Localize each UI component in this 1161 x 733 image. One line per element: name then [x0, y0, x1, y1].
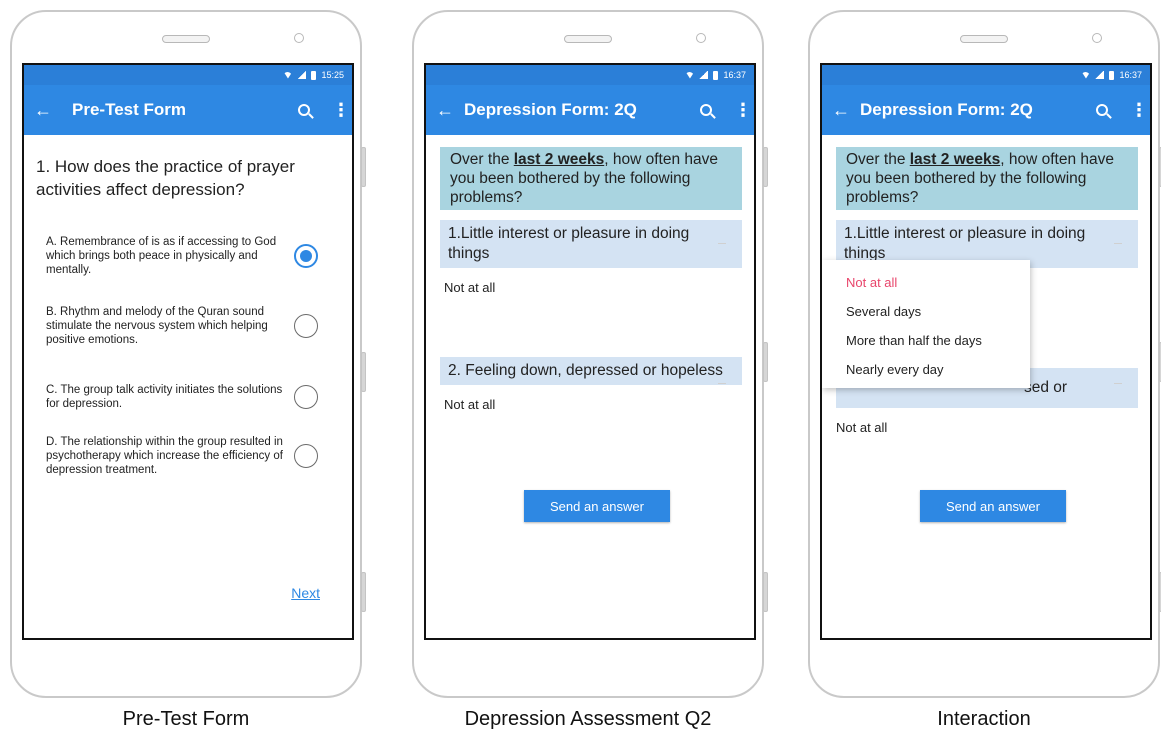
app-bar: ← Depression Form: 2Q ⋮ [822, 85, 1150, 135]
question-1: 1.Little interest or pleasure in doing t… [440, 220, 742, 268]
phone-depression: 16:37 ← Depression Form: 2Q ⋮ Over the l… [412, 10, 768, 698]
status-bar: 15:25 [24, 65, 352, 85]
signal-icon [1095, 71, 1105, 79]
dropdown-option-not-at-all[interactable]: Not at all [822, 268, 1030, 297]
dropdown-option-more-than-half[interactable]: More than half the days [822, 326, 1030, 355]
option-d[interactable]: D. The relationship within the group res… [46, 435, 346, 477]
caption-interaction: Interaction [937, 708, 1031, 730]
option-label: A. Remembrance of is as if accessing to … [46, 236, 277, 276]
more-vert-icon[interactable]: ⋮ [734, 100, 752, 121]
app-bar: ← Pre-Test Form ⋮ [24, 85, 352, 135]
search-icon[interactable] [298, 104, 310, 116]
phone-pretest: 15:25 ← Pre-Test Form ⋮ 1. How does the … [10, 10, 366, 698]
more-vert-icon[interactable]: ⋮ [1130, 100, 1148, 121]
side-key [361, 572, 366, 612]
option-label: C. The group talk activity initiates the… [46, 384, 283, 410]
next-link[interactable]: Next [291, 585, 320, 601]
select-arrow [718, 243, 726, 244]
status-time: 16:37 [1119, 70, 1142, 80]
option-label: B. Rhythm and melody of the Quran sound … [46, 306, 268, 346]
radio-button[interactable] [294, 385, 318, 409]
option-b[interactable]: B. Rhythm and melody of the Quran sound … [46, 305, 346, 347]
screen: 16:37 ← Depression Form: 2Q ⋮ Over the l… [424, 63, 756, 640]
wifi-icon [1081, 71, 1091, 79]
volume-key [361, 147, 366, 187]
answer-select-2[interactable]: Not at all [426, 385, 754, 412]
wifi-icon [283, 71, 293, 79]
radio-button[interactable] [294, 314, 318, 338]
intro-bold: last 2 weeks [909, 151, 1001, 168]
camera-icon [1092, 33, 1102, 43]
caption-depression: Depression Assessment Q2 [464, 708, 712, 730]
search-icon[interactable] [700, 104, 712, 116]
option-label: D. The relationship within the group res… [46, 436, 283, 476]
intro-text: Over the last 2 weeks, how often have yo… [440, 147, 742, 210]
option-c[interactable]: C. The group talk activity initiates the… [46, 383, 346, 411]
select-arrow [1114, 243, 1122, 244]
option-a[interactable]: A. Remembrance of is as if accessing to … [46, 235, 346, 277]
status-time: 15:25 [321, 70, 344, 80]
phone-interaction: 16:37 ← Depression Form: 2Q ⋮ Over the l… [808, 10, 1161, 698]
status-time: 16:37 [723, 70, 746, 80]
intro-bold: last 2 weeks [513, 151, 605, 168]
send-answer-button[interactable]: Send an answer [524, 490, 670, 522]
search-icon[interactable] [1096, 104, 1108, 116]
battery-icon [311, 70, 317, 80]
back-arrow-icon[interactable]: ← [832, 100, 856, 121]
select-arrow [718, 383, 726, 384]
side-key [763, 572, 768, 612]
intro-pre: Over the [450, 151, 514, 168]
dropdown-option-nearly-every-day[interactable]: Nearly every day [822, 355, 1030, 384]
speaker-grille [564, 35, 612, 43]
camera-icon [294, 33, 304, 43]
answer-select-1[interactable]: Not at all [426, 268, 754, 295]
question-2-visible-text: sed or [1024, 379, 1068, 396]
speaker-grille [960, 35, 1008, 43]
question-text: 1. How does the practice of prayer activ… [36, 157, 295, 199]
signal-icon [699, 71, 709, 79]
status-bar: 16:37 [426, 65, 754, 85]
camera-icon [696, 33, 706, 43]
battery-icon [1109, 70, 1115, 80]
intro-pre: Over the [846, 151, 910, 168]
dropdown-option-several-days[interactable]: Several days [822, 297, 1030, 326]
radio-button-checked[interactable] [294, 244, 318, 268]
status-bar: 16:37 [822, 65, 1150, 85]
intro-text: Over the last 2 weeks, how often have yo… [836, 147, 1138, 210]
screen: 15:25 ← Pre-Test Form ⋮ 1. How does the … [22, 63, 354, 640]
signal-icon [297, 71, 307, 79]
screen: 16:37 ← Depression Form: 2Q ⋮ Over the l… [820, 63, 1152, 640]
back-arrow-icon[interactable]: ← [34, 100, 58, 121]
power-key [763, 342, 768, 382]
power-key [361, 352, 366, 392]
question-2: 2. Feeling down, depressed or hopeless [440, 357, 742, 385]
back-arrow-icon[interactable]: ← [436, 100, 460, 121]
more-vert-icon[interactable]: ⋮ [332, 100, 350, 121]
page-title: Depression Form: 2Q [860, 100, 1033, 119]
wifi-icon [685, 71, 695, 79]
speaker-grille [162, 35, 210, 43]
app-bar: ← Depression Form: 2Q ⋮ [426, 85, 754, 135]
page-title: Depression Form: 2Q [464, 100, 637, 119]
select-arrow [1114, 383, 1122, 384]
battery-icon [713, 70, 719, 80]
answer-dropdown-menu: Not at all Several days More than half t… [822, 260, 1030, 388]
answer-select-2[interactable]: Not at all [822, 408, 1150, 435]
page-title: Pre-Test Form [72, 100, 186, 119]
caption-pretest: Pre-Test Form [122, 708, 250, 730]
volume-key [763, 147, 768, 187]
send-answer-button[interactable]: Send an answer [920, 490, 1066, 522]
radio-button[interactable] [294, 444, 318, 468]
